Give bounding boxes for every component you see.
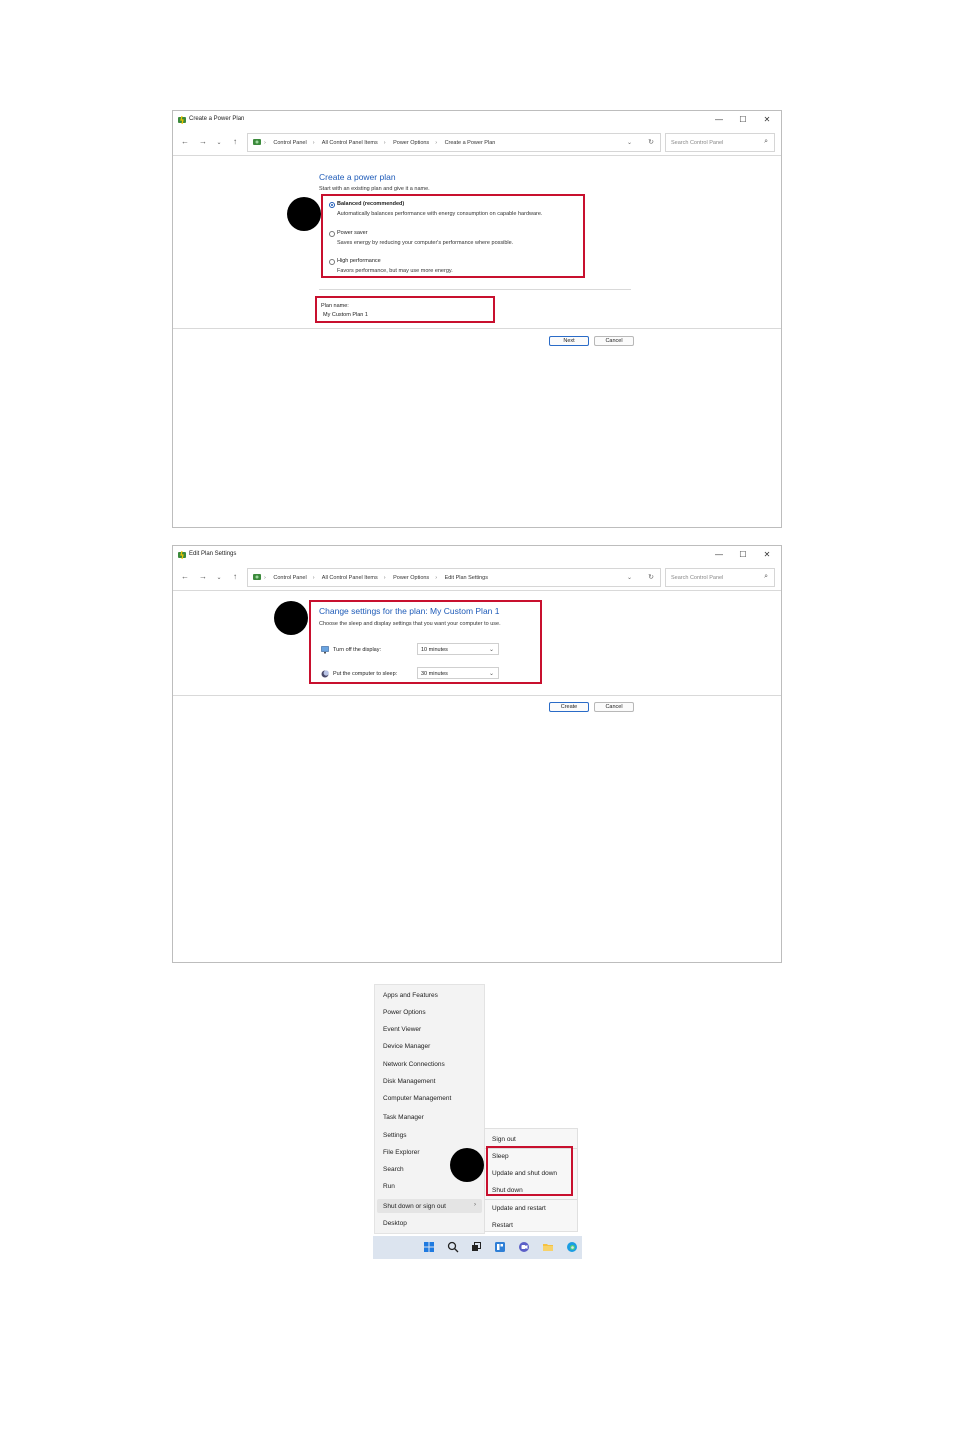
up-arrow-icon[interactable]: ↑ [229, 137, 241, 146]
control-panel-icon [253, 574, 261, 580]
menu-item-search[interactable]: Search [383, 1166, 404, 1173]
menu-item-task-manager[interactable]: Task Manager [383, 1114, 424, 1121]
submenu-item-update-and-restart[interactable]: Update and restart [492, 1205, 546, 1212]
teams-chat-icon[interactable] [518, 1241, 530, 1253]
menu-item-computer-management[interactable]: Computer Management [383, 1095, 451, 1102]
search-input[interactable]: Search Control Panel ⌕ [665, 133, 775, 152]
task-view-icon[interactable] [470, 1241, 482, 1253]
refresh-icon[interactable]: ↻ [648, 138, 654, 146]
back-arrow-icon[interactable]: ← [179, 572, 191, 581]
menu-item-run[interactable]: Run [383, 1183, 395, 1190]
close-icon[interactable]: ✕ [757, 113, 777, 127]
divider [173, 155, 781, 156]
menu-item-desktop[interactable]: Desktop [383, 1220, 407, 1227]
callout-marker [274, 601, 308, 635]
breadcrumb-item[interactable]: All Control Panel Items [322, 140, 378, 146]
breadcrumb: › Control Panel › All Control Panel Items… [264, 575, 488, 581]
callout-marker [287, 197, 321, 231]
forward-arrow-icon[interactable]: → [197, 572, 209, 581]
submenu-item-restart[interactable]: Restart [492, 1222, 513, 1229]
breadcrumb-item[interactable]: Create a Power Plan [445, 140, 496, 146]
divider [173, 590, 781, 591]
chevron-right-icon: › [474, 1202, 476, 1208]
divider [173, 695, 781, 696]
divider [173, 328, 781, 329]
window-title: Create a Power Plan [189, 116, 245, 122]
widgets-icon[interactable] [494, 1241, 506, 1253]
submenu-item-sign-out[interactable]: Sign out [492, 1136, 516, 1143]
next-button[interactable]: Next [549, 336, 589, 346]
title-bar: Create a Power Plan — ☐ ✕ [173, 111, 781, 129]
breadcrumb-item[interactable]: Control Panel [273, 140, 306, 146]
windows-start-icon[interactable] [423, 1241, 435, 1253]
menu-item-network-connections[interactable]: Network Connections [383, 1061, 445, 1068]
search-placeholder: Search Control Panel [671, 140, 724, 146]
menu-item-settings[interactable]: Settings [383, 1132, 407, 1139]
minimize-icon[interactable]: — [709, 548, 729, 562]
highlight-box [486, 1146, 573, 1196]
breadcrumb-item[interactable]: Edit Plan Settings [445, 575, 488, 581]
address-dropdown-icon[interactable]: ⌄ [627, 574, 632, 581]
refresh-icon[interactable]: ↻ [648, 573, 654, 581]
navigation-bar: ← → ⌄ ↑ › Control Panel › All Control Pan… [173, 131, 781, 155]
file-explorer-icon[interactable] [542, 1241, 554, 1253]
title-bar: Edit Plan Settings — ☐ ✕ [173, 546, 781, 564]
highlight-box [309, 600, 542, 684]
control-panel-icon [253, 139, 261, 145]
breadcrumb-item[interactable]: Power Options [393, 140, 429, 146]
menu-item-file-explorer[interactable]: File Explorer [383, 1149, 419, 1156]
cancel-button[interactable]: Cancel [594, 336, 634, 346]
callout-marker [450, 1148, 484, 1182]
breadcrumb: › Control Panel › All Control Panel Items… [264, 140, 496, 146]
search-placeholder: Search Control Panel [671, 575, 724, 581]
power-user-menu: Apps and Features Power Options Event Vi… [374, 984, 485, 1234]
navigation-bar: ← → ⌄ ↑ › Control Panel › All Control Pan… [173, 566, 781, 590]
maximize-icon[interactable]: ☐ [733, 113, 753, 127]
address-bar[interactable]: › Control Panel › All Control Panel Items… [247, 133, 661, 152]
cancel-button[interactable]: Cancel [594, 702, 634, 712]
window-title: Edit Plan Settings [189, 551, 237, 557]
address-bar[interactable]: › Control Panel › All Control Panel Items… [247, 568, 661, 587]
section-divider [319, 289, 631, 290]
menu-item-label: Shut down or sign out [383, 1203, 446, 1210]
close-icon[interactable]: ✕ [757, 548, 777, 562]
search-icon: ⌕ [764, 573, 768, 580]
menu-item-shut-down-or-sign-out[interactable]: Shut down or sign out › [377, 1199, 482, 1213]
page-subtitle: Start with an existing plan and give it … [319, 186, 430, 192]
recent-locations-chevron-icon[interactable]: ⌄ [213, 574, 225, 581]
menu-item-apps-and-features[interactable]: Apps and Features [383, 992, 438, 999]
taskbar [373, 1236, 582, 1259]
forward-arrow-icon[interactable]: → [197, 137, 209, 146]
recent-locations-chevron-icon[interactable]: ⌄ [213, 139, 225, 146]
highlight-box [321, 194, 585, 278]
highlight-box [315, 296, 495, 323]
power-options-icon [178, 115, 186, 125]
menu-item-power-options[interactable]: Power Options [383, 1009, 426, 1016]
maximize-icon[interactable]: ☐ [733, 548, 753, 562]
divider [485, 1199, 577, 1200]
menu-item-device-manager[interactable]: Device Manager [383, 1043, 430, 1050]
search-icon: ⌕ [764, 138, 768, 145]
create-button[interactable]: Create [549, 702, 589, 712]
address-dropdown-icon[interactable]: ⌄ [627, 139, 632, 146]
breadcrumb-item[interactable]: All Control Panel Items [322, 575, 378, 581]
minimize-icon[interactable]: — [709, 113, 729, 127]
menu-item-event-viewer[interactable]: Event Viewer [383, 1026, 421, 1033]
breadcrumb-item[interactable]: Control Panel [273, 575, 306, 581]
search-icon[interactable] [447, 1241, 459, 1253]
back-arrow-icon[interactable]: ← [179, 137, 191, 146]
breadcrumb-item[interactable]: Power Options [393, 575, 429, 581]
search-input[interactable]: Search Control Panel ⌕ [665, 568, 775, 587]
power-options-icon [178, 550, 186, 560]
edge-browser-icon[interactable] [566, 1241, 578, 1253]
menu-item-disk-management[interactable]: Disk Management [383, 1078, 435, 1085]
up-arrow-icon[interactable]: ↑ [229, 572, 241, 581]
page-title: Create a power plan [319, 172, 396, 182]
